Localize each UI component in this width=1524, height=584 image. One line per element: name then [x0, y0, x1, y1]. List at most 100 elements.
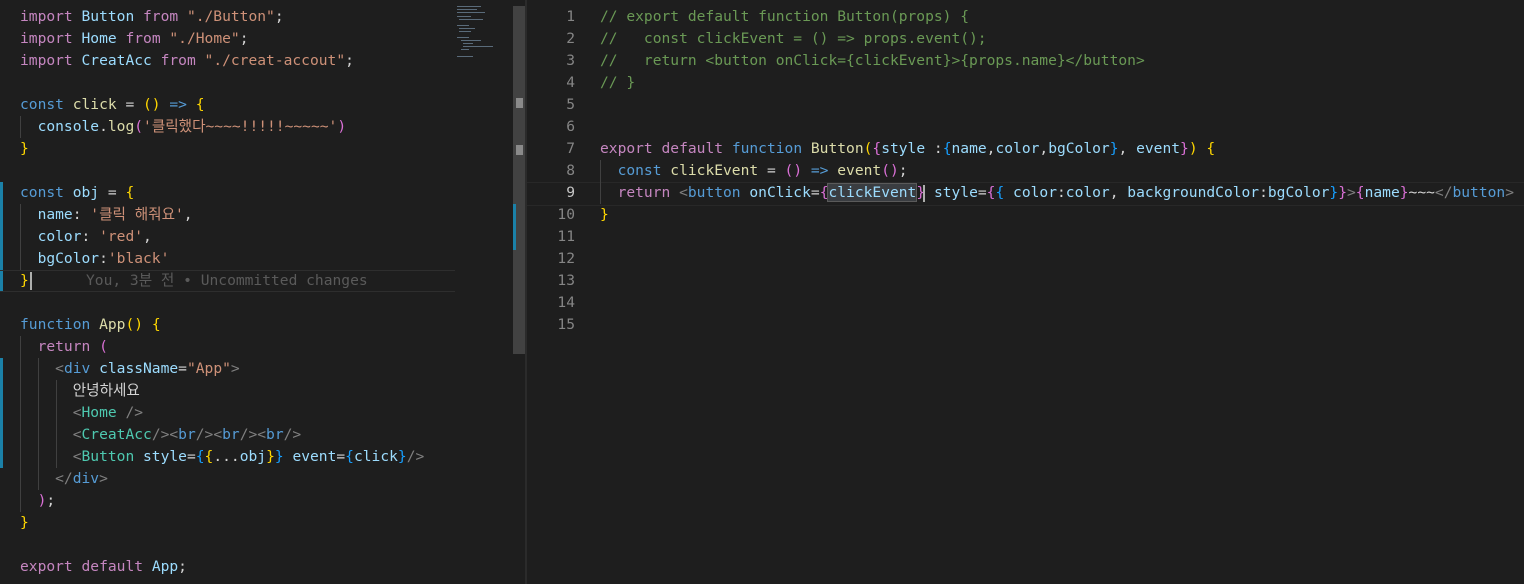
right-editor-pane[interactable]: 1 2 3 4 5 6 7 8 9 10 11 12 13 14 15 // export default …: [527, 0, 1524, 584]
code-line[interactable]: <div className="App">: [20, 358, 240, 380]
code-token: button: [1452, 184, 1506, 201]
code-token: =: [758, 162, 785, 179]
code-token: div: [63, 360, 91, 377]
code-token: App: [151, 558, 179, 575]
code-line[interactable]: }: [600, 204, 609, 226]
line-number: 6: [566, 118, 575, 135]
code-line[interactable]: const click = () => {: [20, 94, 205, 116]
code-token: "./Home": [169, 30, 240, 47]
code-token: br: [222, 426, 240, 443]
code-line[interactable]: import Home from "./Home";: [20, 28, 248, 50]
code-token: {: [151, 316, 161, 333]
code-line[interactable]: }: [20, 512, 29, 534]
code-token: <: [20, 404, 82, 421]
code-token: CreatAcc: [81, 52, 152, 69]
code-token: (: [134, 118, 144, 135]
line-number: 11: [557, 228, 575, 245]
code-line[interactable]: <Button style={{...obj}} event={click}/>: [20, 446, 425, 468]
code-line[interactable]: // const clickEvent = () => props.event(…: [600, 28, 987, 50]
code-token: obj: [72, 184, 100, 201]
code-line[interactable]: console.log('클릭했다~~~~!!!!!~~~~~'): [20, 116, 347, 138]
scrollbar-marker: [516, 98, 523, 108]
code-token: ;: [274, 8, 284, 25]
code-token: style: [881, 140, 934, 157]
code-token: ;: [178, 558, 187, 575]
line-number: 5: [566, 96, 575, 113]
code-token: }: [1399, 184, 1409, 201]
code-line[interactable]: function App() {: [20, 314, 161, 336]
code-token: // export default function Button(props)…: [600, 8, 970, 25]
code-token: default: [661, 140, 732, 157]
code-token: import: [20, 52, 82, 69]
code-token: {: [195, 448, 205, 465]
code-line[interactable]: // return <button onClick={clickEvent}>{…: [600, 50, 1145, 72]
code-token: return: [600, 184, 680, 201]
code-line[interactable]: import CreatAcc from "./creat-accout";: [20, 50, 354, 72]
code-line[interactable]: }: [20, 270, 29, 292]
code-token: backgroundColor: [1127, 184, 1260, 201]
code-token: }: [274, 448, 284, 465]
code-token: :: [99, 250, 108, 267]
minimap[interactable]: [457, 6, 513, 66]
line-number: 7: [566, 140, 575, 157]
code-line[interactable]: // }: [600, 72, 635, 94]
code-token: Button: [81, 448, 135, 465]
code-line[interactable]: <CreatAcc/><br/><br/><br/>: [20, 424, 302, 446]
code-token: ...: [213, 448, 240, 465]
code-token: }: [1109, 140, 1119, 157]
code-token: event: [837, 162, 882, 179]
code-token: >: [1505, 184, 1514, 201]
code-token: (): [881, 162, 899, 179]
code-line[interactable]: const obj = {: [20, 182, 134, 204]
code-token: const: [20, 184, 73, 201]
code-line[interactable]: <Home />: [20, 402, 143, 424]
code-token: event: [1136, 140, 1181, 157]
code-token: const: [600, 162, 671, 179]
code-token: Home: [81, 404, 117, 421]
code-token: /><: [239, 426, 267, 443]
code-token: default: [81, 558, 152, 575]
code-line[interactable]: name: '클릭 해줘요',: [20, 204, 193, 226]
code-token: bgColor: [1267, 184, 1330, 201]
code-token: .: [99, 118, 108, 135]
code-line[interactable]: return (: [20, 336, 108, 358]
text-cursor: [30, 272, 32, 290]
code-line[interactable]: export default function Button({style :{…: [600, 138, 1215, 160]
code-token: style: [925, 184, 978, 201]
code-line[interactable]: color: 'red',: [20, 226, 152, 248]
code-line[interactable]: </div>: [20, 468, 108, 490]
code-token: /><: [195, 426, 223, 443]
code-token: />: [406, 448, 425, 465]
code-token: ;: [239, 30, 249, 47]
code-line[interactable]: }: [20, 138, 29, 160]
code-token: </: [20, 470, 73, 487]
code-token: ~~~: [1408, 184, 1435, 201]
code-token: // const clickEvent = () => props.event(…: [600, 30, 987, 47]
left-editor-pane[interactable]: import Button from "./Button"; import Hom…: [0, 0, 527, 584]
vertical-scrollbar[interactable]: [513, 6, 525, 354]
code-token: className: [90, 360, 179, 377]
code-token: </: [1434, 184, 1453, 201]
code-line[interactable]: const clickEvent = () => event();: [600, 160, 908, 182]
code-line[interactable]: return <button onClick={clickEvent} styl…: [600, 182, 1514, 204]
code-token: {: [942, 140, 952, 157]
code-line[interactable]: export default App;: [20, 556, 187, 578]
code-token: (: [99, 338, 108, 355]
code-token: >: [1347, 184, 1356, 201]
code-token: button: [687, 184, 741, 201]
code-line[interactable]: 안녕하세요: [20, 380, 140, 402]
code-line[interactable]: bgColor:'black': [20, 248, 170, 270]
line-number: 9: [566, 184, 575, 201]
code-token: name: [1364, 184, 1400, 201]
code-token: import: [20, 30, 82, 47]
code-token: }: [600, 206, 609, 223]
code-line[interactable]: import Button from "./Button";: [20, 6, 284, 28]
code-line[interactable]: );: [20, 490, 56, 512]
line-number: 12: [557, 250, 575, 267]
code-token: "App": [186, 360, 231, 377]
code-token: ;: [345, 52, 354, 69]
code-token: ): [337, 118, 347, 135]
git-blame-annotation: You, 3분 전 • Uncommitted changes: [86, 272, 368, 289]
code-token: br: [178, 426, 196, 443]
code-line[interactable]: // export default function Button(props)…: [600, 6, 969, 28]
